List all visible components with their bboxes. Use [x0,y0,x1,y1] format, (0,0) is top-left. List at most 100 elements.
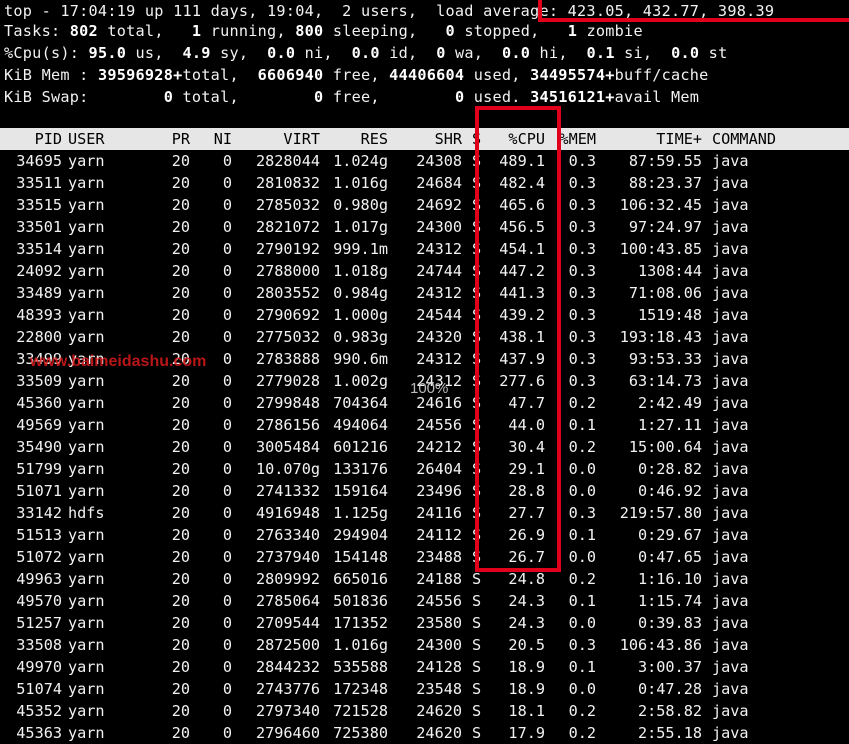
cell-pid: 45363 [16,724,62,742]
cell-cpu: 437.9 [499,350,545,368]
cell-user: yarn [68,262,105,280]
swap-label: free, [323,88,455,106]
cpu-value: 0.1 [586,44,615,62]
cell-res: 171352 [333,614,388,632]
process-row[interactable]: 51799 yarn 20 0 10.070g 133176 26404 S 29.1 0.0 0:… [0,458,849,480]
cell-pr: 20 [171,636,190,654]
cell-command: java [712,570,749,588]
process-row[interactable]: 33501 yarn 20 0 2821072 1.017g 24300 S 456.5 0.3 9… [0,216,849,238]
process-row[interactable]: 33514 yarn 20 0 2790192 999.1m 24312 S 454.1 0.3 1… [0,238,849,260]
cell-cpu: 28.8 [508,482,545,500]
cell-mem: 0.3 [568,240,596,258]
process-row[interactable]: 51071 yarn 20 0 2741332 159164 23496 S 28.8 0.0 0:… [0,480,849,502]
cell-pid: 33511 [16,174,62,192]
cell-user: yarn [68,482,105,500]
cell-shr: 24300 [416,218,462,236]
process-row[interactable]: 34695 yarn 20 0 2828044 1.024g 24308 S 489.1 0.3 8… [0,150,849,172]
process-row[interactable]: 33511 yarn 20 0 2810832 1.016g 24684 S 482.4 0.3 8… [0,172,849,194]
cell-mem: 0.0 [568,482,596,500]
cell-pr: 20 [171,658,190,676]
process-row[interactable]: 45363 yarn 20 0 2796460 725380 24620 S 17.9 0.2 2:… [0,722,849,744]
cell-pid: 24092 [16,262,62,280]
cell-mem: 0.3 [568,174,596,192]
cell-shr: 26404 [416,460,462,478]
terminal-window[interactable]: top - 17:04:19 up 111 days, 19:04, 2 use… [0,0,849,742]
cell-virt: 2872500 [255,636,320,654]
cell-virt: 2797340 [255,702,320,720]
column-header-command: COMMAND [712,130,777,148]
cell-virt: 10.070g [255,460,320,478]
cell-pid: 33515 [16,196,62,214]
process-row[interactable]: 22800 yarn 20 0 2775032 0.983g 24320 S 438.1 0.3 1… [0,326,849,348]
cell-res: 1.016g [333,636,388,654]
cell-mem: 0.2 [568,724,596,742]
cell-ni: 0 [222,482,232,500]
process-row[interactable]: 49569 yarn 20 0 2786156 494064 24556 S 44.0 0.1 1:… [0,414,849,436]
cell-time: 106:32.45 [619,196,702,214]
cell-time: 1:15.74 [637,592,702,610]
cell-shr: 24312 [416,350,462,368]
process-row[interactable]: 49963 yarn 20 0 2809992 665016 24188 S 24.8 0.2 1:… [0,568,849,590]
cell-shr: 23548 [416,680,462,698]
process-row[interactable]: 45352 yarn 20 0 2797340 721528 24620 S 18.1 0.2 2:… [0,700,849,722]
process-row[interactable]: 51074 yarn 20 0 2743776 172348 23548 S 18.9 0.0 0:… [0,678,849,700]
cpu-label: wa, [445,44,502,62]
cell-cpu: 489.1 [499,152,545,170]
process-row[interactable]: 49970 yarn 20 0 2844232 535588 24128 S 18.9 0.1 3:… [0,656,849,678]
load-average-text: verage: 423.05, 432.77, 398.39 [492,2,775,20]
process-row[interactable]: 51072 yarn 20 0 2737940 154148 23488 S 26.7 0.0 0:… [0,546,849,568]
cell-pid: 48393 [16,306,62,324]
swap-label: total, [173,88,315,106]
cell-virt: 2709544 [255,614,320,632]
process-row[interactable]: 33489 yarn 20 0 2803552 0.984g 24312 S 441.3 0.3 7… [0,282,849,304]
cell-ni: 0 [222,416,232,434]
cell-res: 0.980g [333,196,388,214]
cell-command: java [712,724,749,742]
cell-pr: 20 [171,724,190,742]
cell-pr: 20 [171,240,190,258]
cell-cpu: 18.9 [508,658,545,676]
process-row[interactable]: 35490 yarn 20 0 3005484 601216 24212 S 30.4 0.2 15… [0,436,849,458]
cell-command: java [712,680,749,698]
cell-mem: 0.3 [568,350,596,368]
cell-pr: 20 [171,152,190,170]
process-row[interactable]: 51257 yarn 20 0 2709544 171352 23580 S 24.3 0.0 0:… [0,612,849,634]
process-row[interactable]: 33515 yarn 20 0 2785032 0.980g 24692 S 465.6 0.3 1… [0,194,849,216]
process-row[interactable]: 49570 yarn 20 0 2785064 501836 24556 S 24.3 0.1 1:… [0,590,849,612]
cell-user: yarn [68,570,105,588]
cell-pid: 51799 [16,460,62,478]
cell-mem: 0.3 [568,152,596,170]
process-row[interactable]: 24092 yarn 20 0 2788000 1.018g 24744 S 447.2 0.3 1… [0,260,849,282]
tasks-value: 800 [295,22,324,40]
process-row[interactable]: 48393 yarn 20 0 2790692 1.000g 24544 S 439.2 0.3 1… [0,304,849,326]
cell-ni: 0 [222,548,232,566]
cpu-value: 0.0 [351,44,380,62]
column-header-ni: NI [213,130,232,148]
cell-pid: 45360 [16,394,62,412]
process-row[interactable]: 33508 yarn 20 0 2872500 1.016g 24300 S 20.5 0.3 10… [0,634,849,656]
cell-pr: 20 [171,328,190,346]
cell-shr: 24692 [416,196,462,214]
cell-mem: 0.3 [568,636,596,654]
cell-command: java [712,328,749,346]
cell-pid: 33514 [16,240,62,258]
cell-user: hdfs [68,504,105,522]
mem-label: free, [323,66,390,84]
process-row[interactable]: 51513 yarn 20 0 2763340 294904 24112 S 26.9 0.1 0:… [0,524,849,546]
column-header-cpu: %CPU [508,130,545,148]
cell-virt: 2821072 [255,218,320,236]
cell-time: 3:00.37 [637,658,702,676]
cell-pr: 20 [171,416,190,434]
cell-virt: 2786156 [255,416,320,434]
cell-res: 1.000g [333,306,388,324]
cell-shr: 24620 [416,702,462,720]
cell-shr: 24544 [416,306,462,324]
process-row[interactable]: 33142 hdfs 20 0 4916948 1.125g 24116 S 27.7 0.3 21… [0,502,849,524]
column-header-res: RES [360,130,388,148]
uptime-text: top - 17:04:19 up 111 days, 19:04, 2 use… [4,2,493,20]
cell-shr: 24556 [416,592,462,610]
cell-command: java [712,614,749,632]
tasks-value: 802 [69,22,98,40]
cell-user: yarn [68,328,105,346]
cell-pr: 20 [171,262,190,280]
